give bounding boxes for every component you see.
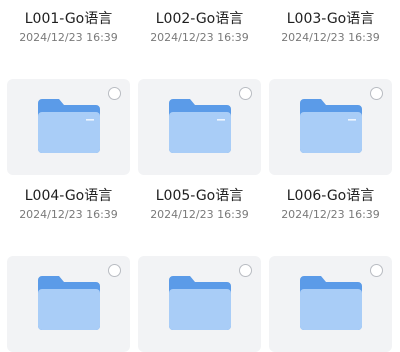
file-time: 2024/12/23 16:39 [281,208,380,221]
select-radio-icon[interactable] [370,87,383,100]
file-name: L006-Go语言 [286,188,375,204]
select-radio-icon[interactable] [108,87,121,100]
file-name: L005-Go语言 [155,188,244,204]
file-item-label: L004-Go语言 2024/12/23 16:39 [7,185,130,221]
file-time: 2024/12/23 16:39 [19,31,118,44]
file-time: 2024/12/23 16:39 [150,31,249,44]
file-item-label: L002-Go语言 2024/12/23 16:39 [138,8,261,44]
file-card[interactable] [138,256,261,352]
file-name: L002-Go语言 [155,11,244,27]
folder-icon [169,276,231,330]
file-item-label: L005-Go语言 2024/12/23 16:39 [138,185,261,221]
folder-icon [38,276,100,330]
file-card[interactable] [269,256,392,352]
file-card[interactable] [7,256,130,352]
file-item-label: L001-Go语言 2024/12/23 16:39 [7,8,130,44]
file-time: 2024/12/23 16:39 [281,31,380,44]
file-card[interactable] [269,79,392,175]
folder-icon [300,99,362,153]
file-card[interactable] [7,79,130,175]
select-radio-icon[interactable] [370,264,383,277]
file-time: 2024/12/23 16:39 [150,208,249,221]
file-name: L001-Go语言 [24,11,113,27]
select-radio-icon[interactable] [239,87,252,100]
file-name: L004-Go语言 [24,188,113,204]
file-name: L003-Go语言 [286,11,375,27]
file-time: 2024/12/23 16:39 [19,208,118,221]
file-item-label: L003-Go语言 2024/12/23 16:39 [269,8,392,44]
folder-icon [169,99,231,153]
file-item-label: L006-Go语言 2024/12/23 16:39 [269,185,392,221]
file-card[interactable] [138,79,261,175]
folder-icon [300,276,362,330]
select-radio-icon[interactable] [108,264,121,277]
select-radio-icon[interactable] [239,264,252,277]
folder-icon [38,99,100,153]
